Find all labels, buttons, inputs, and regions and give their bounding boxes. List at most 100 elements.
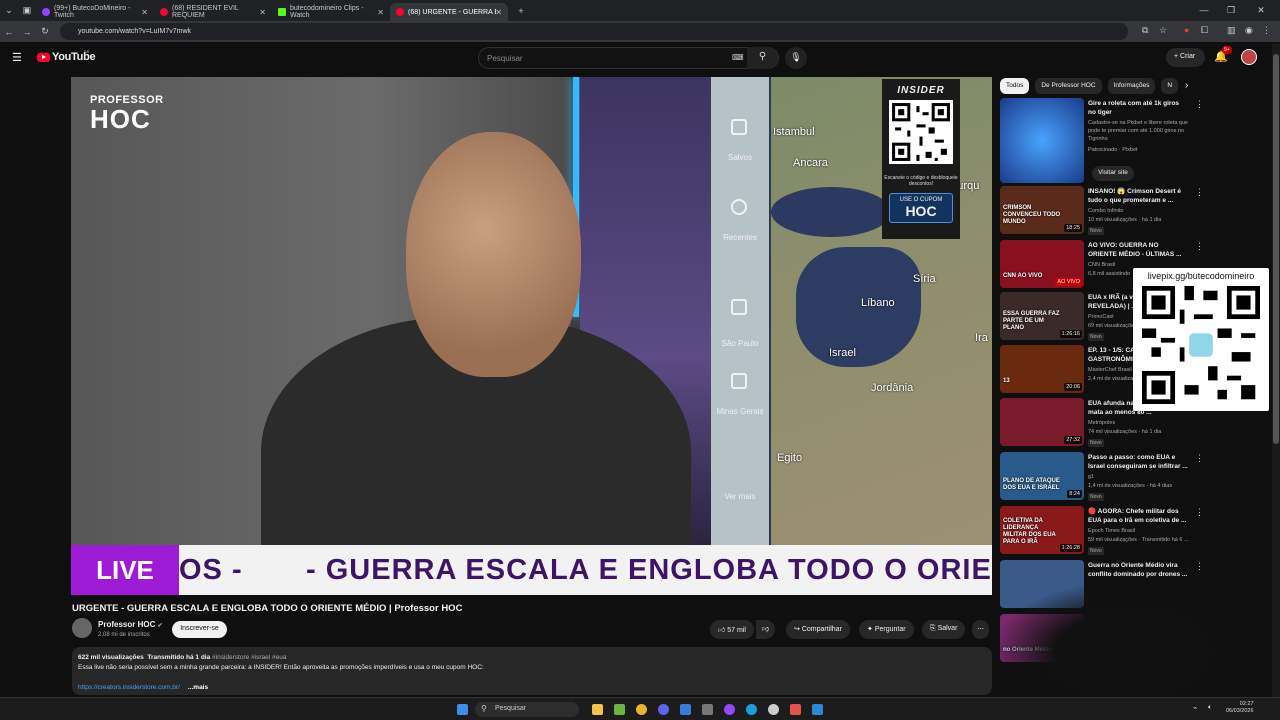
keyboard-icon[interactable]: ⌨ bbox=[732, 53, 744, 62]
search-button[interactable]: ⚲ bbox=[747, 47, 778, 69]
video-thumbnail[interactable]: CRIMSON CONVENCEU TODO MUNDO 18:25 bbox=[1000, 186, 1084, 234]
page-scrollbar[interactable] bbox=[1272, 44, 1280, 698]
video-title[interactable]: 🔴 AGORA: Chefe militar dos EUA para o Ir… bbox=[1088, 507, 1188, 525]
video-channel[interactable]: Combo Infinito bbox=[1088, 208, 1123, 214]
hamburger-icon[interactable]: ☰ bbox=[12, 51, 22, 64]
browser-tab-active[interactable]: (68) URGENTE - GUERRA ESCALA ✕ bbox=[390, 3, 508, 21]
video-title[interactable]: INSANO! 😱 Crimson Desert é tudo o que pr… bbox=[1088, 187, 1188, 205]
browser-tab-kick[interactable]: butecodomineiro Clips - Watch ✕ bbox=[272, 3, 390, 21]
maximize-icon[interactable]: ❐ bbox=[1222, 5, 1240, 16]
close-icon[interactable]: ✕ bbox=[377, 8, 384, 17]
video-title[interactable]: Passo a passo: como EUA e Israel consegu… bbox=[1088, 453, 1188, 471]
taskbar-search[interactable]: ⚲ Pesquisar bbox=[475, 702, 579, 717]
video-title[interactable]: Guerra no Oriente Médio vira conflito do… bbox=[1088, 561, 1188, 579]
close-icon[interactable]: ✕ bbox=[259, 8, 266, 17]
system-clock[interactable]: 02:27 06/03/2026 bbox=[1226, 701, 1254, 715]
url-input[interactable]: youtube.com/watch?v=LuIM7v7mwk bbox=[60, 23, 1128, 40]
store-icon[interactable] bbox=[614, 704, 625, 715]
minimize-icon[interactable]: — bbox=[1195, 5, 1213, 15]
share-button[interactable]: ↪ Compartilhar bbox=[786, 620, 850, 639]
video-thumbnail[interactable]: PLANO DE ATAQUE DOS EUA E ISRAEL 8:24 bbox=[1000, 452, 1084, 500]
more-vert-icon[interactable]: ⋮ bbox=[1195, 99, 1204, 110]
create-button[interactable]: + Criar bbox=[1166, 48, 1205, 67]
close-icon[interactable]: ✕ bbox=[495, 8, 502, 17]
video-channel[interactable]: Epoch Times Brasil bbox=[1088, 528, 1135, 534]
description-link[interactable]: https://creators.insiderstore.com.br/ bbox=[78, 684, 180, 691]
bookmark-star-icon[interactable]: ☆ bbox=[1159, 25, 1167, 36]
more-actions-button[interactable]: ⋯ bbox=[972, 620, 989, 639]
chip-more[interactable]: N bbox=[1161, 78, 1179, 94]
recommended-video[interactable]: CRIMSON CONVENCEU TODO MUNDO 18:25 INSANO!… bbox=[1000, 186, 1204, 238]
app-icon[interactable] bbox=[790, 704, 801, 715]
video-thumbnail[interactable]: CNN AO VIVO AO VIVO bbox=[1000, 240, 1084, 288]
description-box[interactable]: 622 mil visualizações Transmitido há 1 d… bbox=[72, 647, 992, 695]
tab-group-icon[interactable]: ▣ bbox=[18, 5, 36, 16]
extensions-icon[interactable]: ⧠ bbox=[1201, 25, 1208, 36]
youtube-logo-icon[interactable] bbox=[37, 53, 50, 62]
twitch-icon[interactable] bbox=[724, 704, 735, 715]
video-thumbnail[interactable]: 13 20:06 bbox=[1000, 345, 1084, 393]
more-vert-icon[interactable]: ⋮ bbox=[1195, 561, 1204, 572]
chevron-right-icon[interactable]: › bbox=[1185, 80, 1188, 91]
video-tags[interactable]: #insiderstore #israel #eua bbox=[212, 654, 286, 661]
subscribe-button[interactable]: Inscrever-se bbox=[172, 621, 227, 638]
split-view-icon[interactable]: ▥ bbox=[1227, 25, 1236, 36]
save-button[interactable]: ⎘ Salvar bbox=[922, 620, 966, 639]
video-channel[interactable]: Metrópoles bbox=[1088, 420, 1115, 426]
search-input[interactable]: Pesquisar ⌨ bbox=[478, 47, 779, 69]
more-vert-icon[interactable]: ⋮ bbox=[1195, 453, 1204, 464]
video-title[interactable]: AO VIVO: GUERRA NO ORIENTE MÉDIO - ÚLTIM… bbox=[1088, 241, 1188, 259]
like-button[interactable]: 👍︎ 57 mil bbox=[710, 620, 754, 639]
video-channel[interactable]: PrimoCast bbox=[1088, 314, 1114, 320]
edge-icon[interactable] bbox=[746, 704, 757, 715]
scrollbar-thumb[interactable] bbox=[1273, 54, 1279, 444]
browser-tab-twitch[interactable]: (99+) ButecoDoMineiro - Twitch ✕ bbox=[36, 3, 154, 21]
network-icon[interactable]: ⌁ bbox=[1193, 704, 1197, 712]
visit-site-button[interactable]: Visitar site bbox=[1092, 166, 1134, 181]
video-player[interactable]: Salvos Recentes São Paulo Minas Gerais V… bbox=[71, 77, 992, 595]
video-thumbnail[interactable]: 27:32 bbox=[1000, 398, 1084, 446]
channel-avatar[interactable] bbox=[72, 618, 92, 638]
chip-info[interactable]: Informações bbox=[1107, 78, 1156, 94]
discord-icon[interactable] bbox=[658, 704, 669, 715]
video-channel[interactable]: CNN Brasil bbox=[1088, 262, 1115, 268]
recommended-video[interactable]: COLETIVA DA LIDERANÇA MILITAR DOS EUA PA… bbox=[1000, 506, 1204, 558]
tab-list-icon[interactable]: ⌄ bbox=[0, 5, 18, 16]
more-vert-icon[interactable]: ⋮ bbox=[1195, 187, 1204, 198]
steam-icon[interactable] bbox=[812, 704, 823, 715]
install-icon[interactable]: ⧉ bbox=[1142, 25, 1148, 36]
profile-icon[interactable]: ◉ bbox=[1245, 25, 1253, 36]
app-icon[interactable] bbox=[680, 704, 691, 715]
extension-icon[interactable]: ● bbox=[1184, 25, 1189, 35]
video-thumbnail[interactable]: COLETIVA DA LIDERANÇA MILITAR DOS EUA PA… bbox=[1000, 506, 1084, 554]
video-thumbnail[interactable]: ESSA GUERRA FAZ PARTE DE UM PLANO 1:26:16 bbox=[1000, 292, 1084, 340]
volume-icon[interactable]: 🔈︎ bbox=[1208, 704, 1212, 712]
dislike-button[interactable]: 👎︎ bbox=[756, 620, 776, 639]
recommended-video[interactable]: PLANO DE ATAQUE DOS EUA E ISRAEL 8:24 Pass… bbox=[1000, 452, 1204, 504]
forward-icon[interactable]: → bbox=[18, 27, 36, 37]
reload-icon[interactable]: ↻ bbox=[36, 26, 54, 37]
back-icon[interactable]: ← bbox=[0, 27, 18, 37]
app-icon[interactable] bbox=[702, 704, 713, 715]
close-icon[interactable]: ✕ bbox=[141, 8, 148, 17]
channel-name[interactable]: Professor HOC ✔ bbox=[98, 620, 163, 629]
menu-icon[interactable]: ⋮ bbox=[1262, 25, 1271, 36]
video-channel[interactable]: MasterChef Brasil bbox=[1088, 367, 1132, 373]
voice-search-button[interactable]: 🎙 bbox=[785, 47, 807, 69]
settings-gear-icon[interactable] bbox=[768, 704, 779, 715]
video-channel[interactable]: g1 bbox=[1088, 474, 1094, 480]
chip-all[interactable]: Todos bbox=[1000, 78, 1030, 94]
more-vert-icon[interactable]: ⋮ bbox=[1195, 507, 1204, 518]
more-vert-icon[interactable]: ⋮ bbox=[1195, 241, 1204, 252]
browser-tab-re[interactable]: (68) RESIDENT EVIL REQUIEM ✕ bbox=[154, 3, 272, 21]
windows-start-icon[interactable] bbox=[457, 704, 468, 715]
user-avatar[interactable] bbox=[1241, 49, 1257, 65]
new-tab-icon[interactable]: + bbox=[512, 6, 530, 16]
chip-from-channel[interactable]: De Professor HOC bbox=[1035, 78, 1102, 94]
file-explorer-icon[interactable] bbox=[592, 704, 603, 715]
ad-title[interactable]: Gire a roleta com até 1k giros no tiger bbox=[1088, 99, 1188, 117]
chrome-icon[interactable] bbox=[636, 704, 647, 715]
ask-button[interactable]: ✦ Perguntar bbox=[859, 620, 914, 639]
ad-thumbnail[interactable] bbox=[1000, 98, 1084, 183]
show-more-button[interactable]: ...mais bbox=[188, 684, 208, 691]
